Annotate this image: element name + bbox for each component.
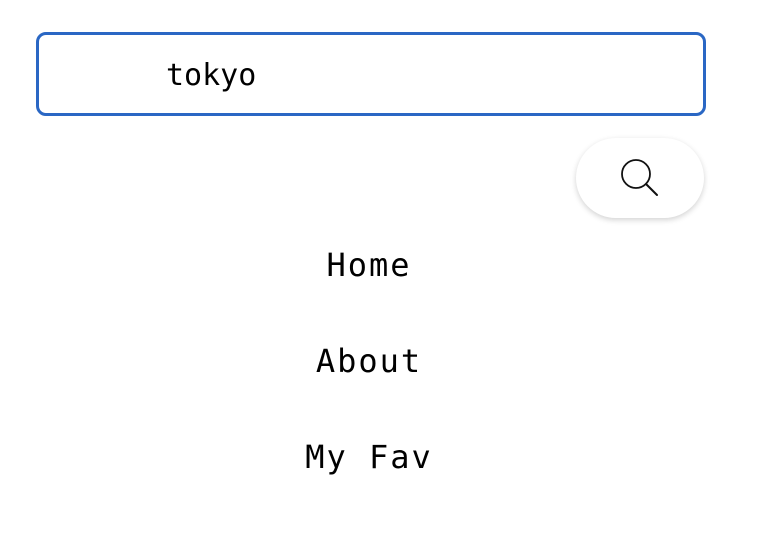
search-field[interactable] (36, 32, 706, 116)
nav-item-home[interactable]: Home (0, 245, 738, 285)
search-input[interactable] (166, 51, 666, 99)
search-button[interactable] (576, 138, 704, 218)
nav-item-my-fav[interactable]: My Fav (0, 437, 738, 477)
search-icon (621, 159, 658, 196)
nav-item-about[interactable]: About (0, 341, 738, 381)
